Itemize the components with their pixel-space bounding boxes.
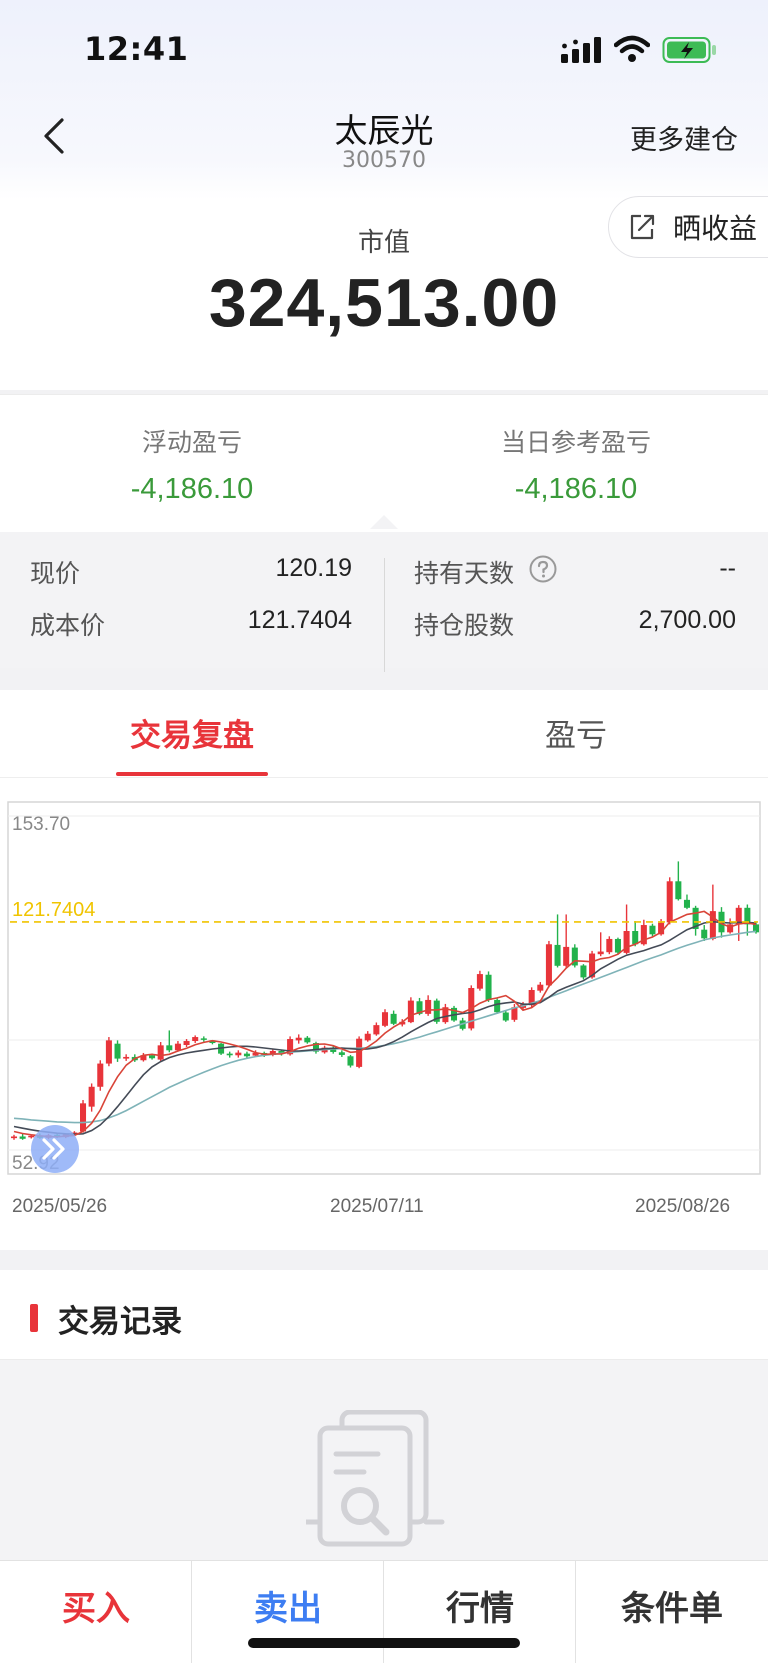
candle-body (174, 1043, 181, 1051)
x-label-end: 2025/08/26 (635, 1196, 731, 1217)
candle-body (701, 929, 708, 939)
candle-body (10, 1136, 18, 1139)
profit-loss-summary: 浮动盈亏 -4,186.10 当日参考盈亏 -4,186.10 (0, 394, 768, 532)
position-details: 现价 120.19 成本价 121.7404 持有天数 -- 持仓股数 2,70… (0, 532, 768, 672)
candle-body (632, 931, 639, 945)
trade-records-title: 交易记录 (58, 1304, 182, 1340)
tab-trade-review[interactable]: 交易复盘 (0, 710, 384, 755)
tab-bar: 交易复盘 盈亏 (0, 690, 768, 778)
candle-body (381, 1012, 389, 1026)
floating-pl: 浮动盈亏 -4,186.10 (0, 423, 384, 506)
empty-state (0, 1360, 768, 1560)
candle-body (243, 1053, 250, 1057)
candle-body (114, 1043, 121, 1059)
candle-body (502, 1012, 509, 1021)
candle-body (149, 1055, 156, 1059)
chart-frame (7, 801, 761, 1175)
candle-body (485, 974, 492, 1000)
status-time: 12:41 (84, 30, 189, 68)
candle-body (356, 1038, 363, 1067)
candle-body (597, 951, 604, 955)
candle-body (19, 1136, 26, 1139)
market-value: 324,513.00 (208, 265, 560, 341)
tab-profit-loss[interactable]: 盈亏 (384, 710, 768, 755)
candle-body (347, 1056, 354, 1066)
candle-body (606, 938, 613, 953)
candle-body (675, 881, 682, 900)
candle-body (338, 1052, 345, 1055)
shares-held-label: 持仓股数 (414, 611, 515, 640)
floating-pl-value: -4,186.10 (130, 473, 254, 505)
candle-body (97, 1063, 104, 1087)
candle-body (373, 1025, 380, 1035)
candle-body (192, 1037, 199, 1042)
condition-order-button[interactable]: 条件单 (576, 1561, 768, 1663)
daily-pl-label: 当日参考盈亏 (500, 428, 651, 457)
more-positions-button[interactable]: 更多建仓 (630, 118, 738, 157)
candle-body (554, 944, 561, 966)
daily-pl-value: -4,186.10 (514, 473, 638, 505)
candle-body (80, 1103, 87, 1132)
detail-divider (384, 558, 385, 672)
current-price-label: 现价 (30, 559, 81, 588)
home-indicator (248, 1638, 520, 1648)
candle-body (683, 899, 690, 908)
battery-icon (662, 37, 716, 63)
cellular-signal-icon (561, 37, 601, 63)
candle-body (390, 1013, 397, 1024)
chart-canvas: 153.70 52.92 121.7404 (7, 801, 761, 1175)
candle-body (563, 946, 570, 966)
candle-body (123, 1056, 130, 1059)
candle-body (537, 984, 544, 991)
candle-body (166, 1045, 173, 1051)
holding-days-label: 持有天数 (414, 559, 515, 588)
candlestick-chart: 153.70 52.92 121.7404 2025/05/26 2025/07… (0, 778, 768, 1250)
cost-price-label: 成本价 (30, 611, 106, 640)
candle-body (494, 999, 501, 1013)
candle-body (580, 965, 587, 978)
expand-chart-icon[interactable] (30, 1124, 80, 1174)
candle-body (226, 1053, 233, 1056)
collapse-arrow-icon[interactable] (370, 515, 398, 529)
daily-pl: 当日参考盈亏 -4,186.10 (384, 423, 768, 506)
candle-body (666, 881, 673, 923)
candle-body (235, 1052, 242, 1056)
x-label-start: 2025/05/26 (12, 1196, 108, 1217)
candle-body (407, 1000, 414, 1023)
empty-document-search-icon (306, 1410, 445, 1547)
candle-body (200, 1038, 207, 1040)
candle-body (649, 925, 656, 935)
cost-price-value: 121.7404 (247, 606, 352, 634)
candle-body (183, 1041, 190, 1046)
market-value-label: 市值 (357, 228, 410, 258)
holding-days-value: -- (719, 554, 736, 582)
candle-body (476, 974, 483, 989)
floating-pl-label: 浮动盈亏 (141, 428, 242, 457)
active-tab-indicator (116, 772, 268, 776)
trade-records-header: 交易记录 (0, 1270, 768, 1360)
wifi-icon (614, 35, 650, 62)
candle-body (364, 1033, 371, 1041)
navigation-bar: 太辰光 300570 更多建仓 (0, 100, 768, 180)
candle-body (88, 1086, 95, 1107)
cost-line-label: 121.7404 (12, 899, 95, 921)
current-price-value: 120.19 (275, 554, 352, 582)
section-marker (30, 1304, 38, 1332)
candle-body (157, 1045, 164, 1060)
candle-body (295, 1037, 302, 1041)
help-icon[interactable] (528, 554, 558, 584)
shares-held-value: 2,700.00 (638, 606, 736, 634)
y-max-label: 153.70 (12, 814, 70, 835)
candle-body (105, 1040, 112, 1064)
candle-body (425, 999, 432, 1014)
x-label-mid: 2025/07/11 (330, 1196, 424, 1217)
candle-body (545, 944, 552, 986)
candle-body (614, 938, 621, 953)
candle-body (304, 1037, 311, 1043)
buy-button[interactable]: 买入 (0, 1561, 192, 1663)
status-bar: 12:41 (0, 0, 768, 100)
